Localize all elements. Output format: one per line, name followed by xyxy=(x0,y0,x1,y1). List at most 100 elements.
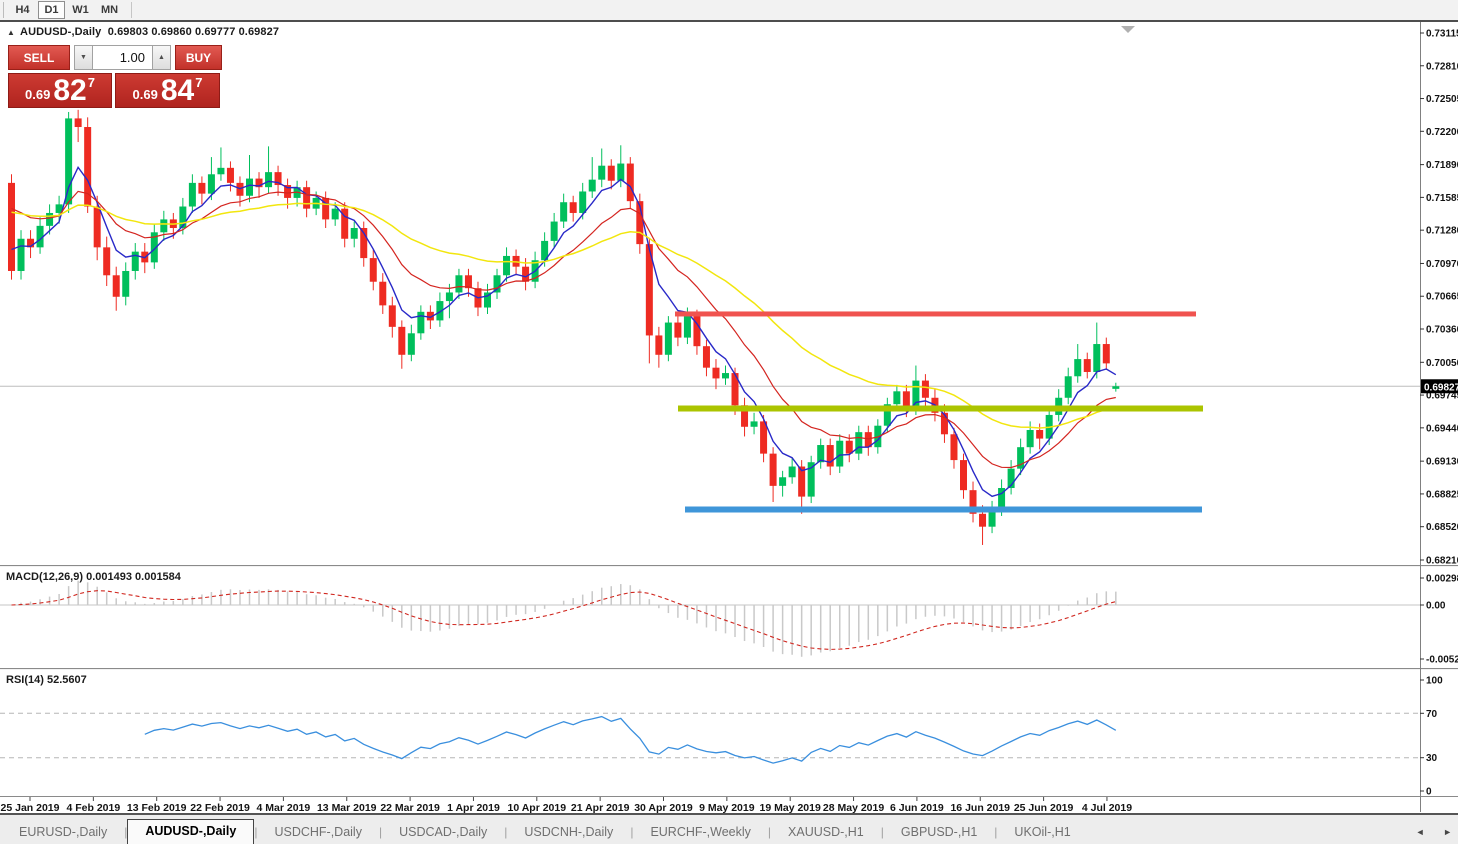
price-axis-label: 0.72200 xyxy=(1426,127,1458,138)
timeframe-button-w1[interactable]: W1 xyxy=(67,1,94,19)
horizontal-level-line-3[interactable] xyxy=(685,507,1202,513)
candle-body xyxy=(1027,430,1034,447)
chart-tab-eurchf[interactable]: EURCHF-,Weekly xyxy=(633,822,767,844)
price-axis-label: 0.69130 xyxy=(1426,457,1458,468)
chart-tab-gbpusd[interactable]: GBPUSD-,H1 xyxy=(884,822,994,844)
date-axis-separator xyxy=(0,796,1458,797)
date-axis-label: 4 Mar 2019 xyxy=(257,802,311,813)
candle-body xyxy=(617,164,624,181)
chart-tab-xauusd[interactable]: XAUUSD-,H1 xyxy=(771,822,881,844)
buy-button[interactable]: BUY xyxy=(175,45,222,70)
toolbar-handle xyxy=(3,2,4,18)
price-axis-label: 0.70360 xyxy=(1426,325,1458,336)
candle-body xyxy=(789,467,796,478)
price-axis-label: 0.68210 xyxy=(1426,556,1458,567)
chart-tab-ukoil[interactable]: UKOil-,H1 xyxy=(997,822,1087,844)
price-axis-label: 0.70970 xyxy=(1426,259,1458,270)
candle-body xyxy=(379,282,386,306)
candle-body xyxy=(18,239,25,271)
sell-price-sup: 7 xyxy=(88,75,95,90)
date-axis-label: 16 Jun 2019 xyxy=(950,802,1010,813)
candle-body xyxy=(560,202,567,221)
horizontal-level-line-1[interactable] xyxy=(675,311,1196,316)
chart-window: 0.731150.728100.725050.722000.718900.715… xyxy=(0,22,1458,813)
buy-price-big: 84 xyxy=(161,76,194,106)
date-axis-label: 6 Jun 2019 xyxy=(890,802,944,813)
candle-body xyxy=(712,368,719,379)
candle-body xyxy=(503,256,510,275)
candle-body xyxy=(217,168,224,174)
buy-price-prefix: 0.69 xyxy=(133,87,158,102)
candle-body xyxy=(655,335,662,354)
candle-body xyxy=(779,477,786,486)
date-axis-label: 22 Mar 2019 xyxy=(380,802,440,813)
date-axis-label: 1 Apr 2019 xyxy=(447,802,500,813)
candle-body xyxy=(122,271,129,297)
macd-axis-label: 0.002984 xyxy=(1426,574,1458,585)
chart-tab-audusd[interactable]: AUDUSD-,Daily xyxy=(127,819,254,844)
candle-body xyxy=(855,432,862,453)
horizontal-level-line-2[interactable] xyxy=(678,406,1203,412)
candle-body xyxy=(598,166,605,180)
candle-body xyxy=(608,166,615,181)
price-axis-label: 0.68825 xyxy=(1426,489,1458,500)
chart-tab-eurusd[interactable]: EURUSD-,Daily xyxy=(2,822,124,844)
candle-body xyxy=(570,202,577,213)
chart-title: ▲AUDUSD-,Daily 0.69803 0.69860 0.69777 0… xyxy=(7,26,279,38)
candle-body xyxy=(1036,430,1043,439)
sell-price-box[interactable]: 0.69 82 7 xyxy=(8,73,112,108)
timeframe-toolbar: H4D1W1MN xyxy=(0,0,1458,22)
candle-body xyxy=(950,434,957,460)
candle-body xyxy=(722,373,729,378)
volume-decrease-button[interactable]: ▼ xyxy=(74,45,93,70)
macd-axis-label: 0.00 xyxy=(1426,601,1446,612)
macd-signal-line xyxy=(12,591,1116,650)
timeframe-button-h4[interactable]: H4 xyxy=(9,1,36,19)
tab-scroll-left-icon[interactable]: ◄ xyxy=(1416,827,1425,837)
volume-input[interactable] xyxy=(93,45,152,70)
candle-body xyxy=(941,413,948,434)
chart-tab-usdchf[interactable]: USDCHF-,Daily xyxy=(257,822,379,844)
pane-separator xyxy=(0,669,1458,670)
buy-price-sup: 7 xyxy=(195,75,202,90)
arrow-up-icon: ▲ xyxy=(158,54,165,61)
macd-values: 0.001493 0.001584 xyxy=(86,571,181,583)
candle-body xyxy=(446,292,453,301)
date-axis-label: 19 May 2019 xyxy=(760,802,821,813)
collapse-icon[interactable]: ▲ xyxy=(7,28,15,37)
chart-shift-marker-icon[interactable] xyxy=(1121,26,1135,33)
timeframe-button-d1[interactable]: D1 xyxy=(38,1,65,19)
candle-body xyxy=(665,323,672,355)
candle-body xyxy=(455,275,462,292)
volume-increase-button[interactable]: ▲ xyxy=(152,45,171,70)
candle-body xyxy=(389,305,396,326)
candle-body xyxy=(103,247,110,275)
candle-body xyxy=(922,381,929,398)
macd-indicator-label: MACD(12,26,9) 0.001493 0.001584 xyxy=(6,571,181,583)
chart-canvas[interactable]: 0.731150.728100.725050.722000.718900.715… xyxy=(0,22,1458,813)
macd-axis-label: -0.005256 xyxy=(1426,655,1458,666)
candle-body xyxy=(1103,344,1110,363)
candle-body xyxy=(960,460,967,490)
price-axis-label: 0.70665 xyxy=(1426,292,1458,303)
candle-body xyxy=(94,207,101,248)
date-axis-label: 22 Feb 2019 xyxy=(190,802,250,813)
candle-body xyxy=(65,118,72,204)
date-axis-label: 4 Feb 2019 xyxy=(66,802,120,813)
price-axis-label: 0.70050 xyxy=(1426,358,1458,369)
candle-body xyxy=(46,213,53,226)
candle-body xyxy=(522,267,529,282)
chart-tab-usdcnh[interactable]: USDCNH-,Daily xyxy=(507,822,630,844)
timeframe-button-mn[interactable]: MN xyxy=(96,1,123,19)
candle-body xyxy=(846,441,853,454)
date-axis-label: 21 Apr 2019 xyxy=(571,802,630,813)
sell-button[interactable]: SELL xyxy=(8,45,70,70)
chart-tab-usdcad[interactable]: USDCAD-,Daily xyxy=(382,822,504,844)
candle-body xyxy=(113,275,120,296)
sell-price-prefix: 0.69 xyxy=(25,87,50,102)
tab-scroll-right-icon[interactable]: ► xyxy=(1443,827,1452,837)
date-axis-label: 30 Apr 2019 xyxy=(634,802,693,813)
candle-body xyxy=(370,258,377,282)
buy-price-box[interactable]: 0.69 84 7 xyxy=(115,73,220,108)
price-axis-label: 0.69440 xyxy=(1426,423,1458,434)
